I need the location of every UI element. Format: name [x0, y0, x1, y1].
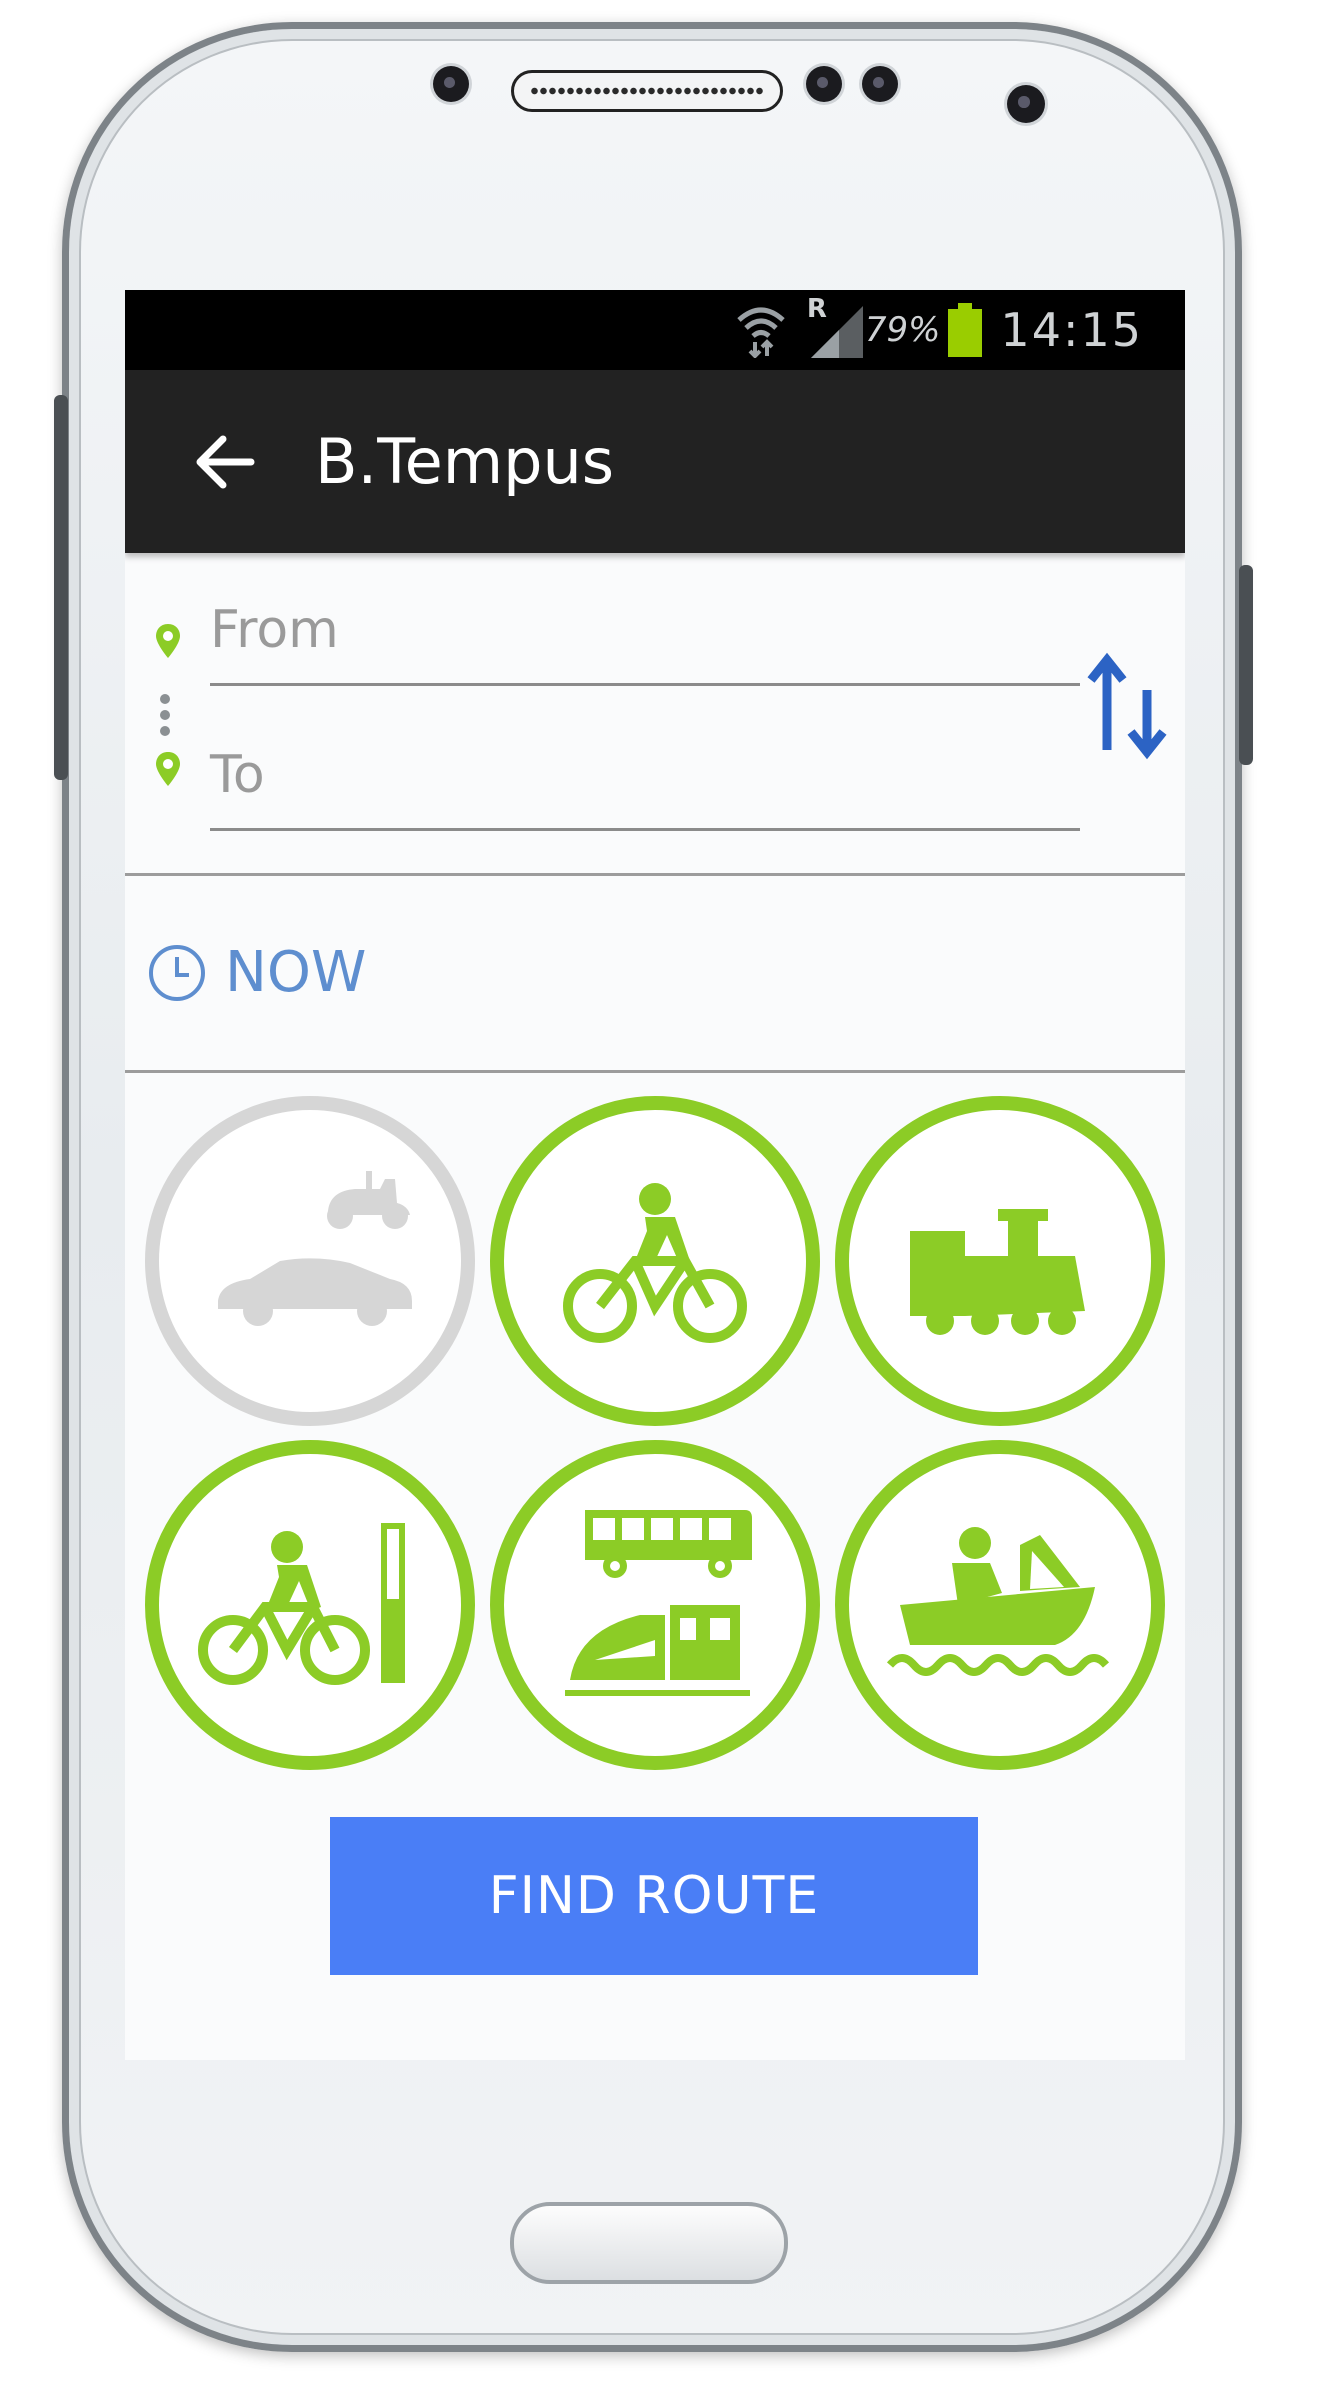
arrow-left-icon[interactable] — [185, 422, 265, 502]
to-field[interactable]: To — [210, 745, 1080, 831]
mode-bicycle[interactable] — [490, 1096, 820, 1426]
mode-bus-rail[interactable] — [490, 1440, 820, 1770]
boat-icon — [886, 1527, 1110, 1676]
front-camera — [1007, 85, 1045, 123]
route-connector-dots — [160, 688, 174, 742]
swap-arrows-icon[interactable] — [1085, 650, 1175, 760]
departure-time-label: NOW — [225, 940, 367, 1005]
to-input[interactable]: To — [210, 745, 265, 805]
roaming-indicator: R — [806, 294, 827, 324]
app-screen: R 79% 14:15 B.Tempus From To NOW FIND RO… — [125, 290, 1185, 2060]
train-icon — [910, 1209, 1085, 1335]
bicycle-icon — [563, 1183, 747, 1343]
car-scooter-icon — [218, 1171, 412, 1326]
app-title: B.Tempus — [315, 425, 615, 498]
battery-percent: 79% — [864, 310, 941, 350]
mode-car-scooter[interactable] — [145, 1096, 475, 1426]
proximity-sensor — [433, 66, 469, 102]
clock-icon — [149, 944, 205, 1001]
light-sensor — [806, 66, 842, 102]
clock: 14:15 — [1000, 303, 1143, 357]
location-pin-icon — [156, 752, 180, 786]
bus-rail-icon — [565, 1510, 752, 1696]
mode-train[interactable] — [835, 1096, 1165, 1426]
signal-icon: R — [805, 294, 865, 358]
from-field[interactable]: From — [210, 600, 1080, 686]
power-button — [1239, 565, 1253, 765]
find-route-button[interactable]: FIND ROUTE — [330, 1817, 978, 1975]
departure-time-selector[interactable]: NOW — [147, 940, 366, 1005]
earpiece-speaker — [511, 70, 783, 112]
status-bar: R 79% 14:15 — [125, 290, 1185, 370]
volume-button — [54, 395, 68, 780]
divider — [125, 873, 1185, 876]
mode-boat[interactable] — [835, 1440, 1165, 1770]
home-button[interactable] — [510, 2202, 788, 2284]
wifi-icon — [735, 302, 787, 358]
location-pin-icon — [156, 624, 180, 658]
battery-icon — [948, 303, 983, 357]
app-bar: B.Tempus — [125, 370, 1185, 553]
divider — [125, 1070, 1185, 1073]
light-sensor-2 — [862, 66, 898, 102]
bike-sharing-icon — [198, 1523, 405, 1685]
mode-bike-sharing[interactable] — [145, 1440, 475, 1770]
from-input[interactable]: From — [210, 600, 339, 660]
